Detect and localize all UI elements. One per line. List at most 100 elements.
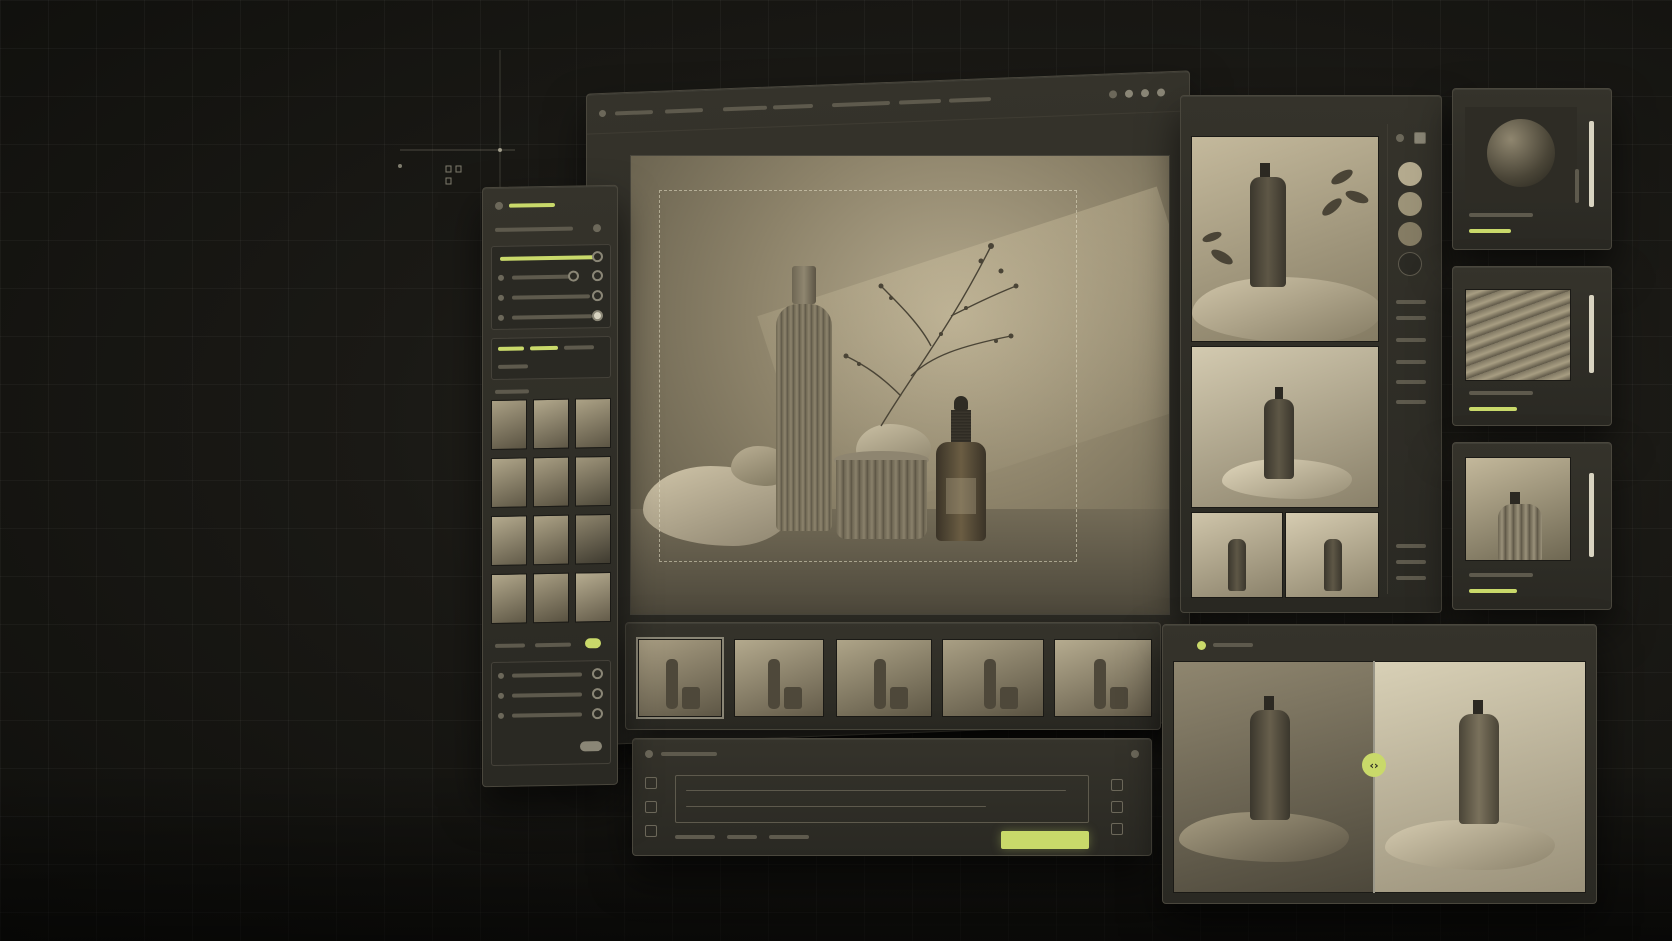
slider-knob[interactable] — [592, 708, 603, 720]
compare-handle[interactable]: ‹› — [1362, 753, 1386, 777]
slider-knob[interactable] — [568, 270, 579, 282]
option-row[interactable] — [1396, 338, 1426, 342]
menu-item[interactable] — [615, 110, 653, 116]
adjustment-slider[interactable] — [512, 692, 582, 698]
adjustment-slider[interactable] — [512, 672, 582, 678]
material-preview-sphere[interactable] — [1465, 107, 1577, 203]
gallery-thumbnail[interactable] — [575, 571, 611, 623]
crop-selection[interactable] — [659, 190, 1077, 562]
tool-icon[interactable] — [645, 801, 657, 813]
status-label — [675, 835, 715, 839]
arrows-left-right-icon: ‹› — [1369, 758, 1379, 772]
window-maximize-icon[interactable] — [1125, 89, 1133, 98]
slider-knob[interactable] — [592, 251, 603, 263]
color-swatch[interactable] — [1398, 252, 1422, 276]
menu-icon[interactable] — [599, 109, 606, 118]
adjustment-slider[interactable] — [512, 712, 582, 718]
menu-item[interactable] — [773, 103, 813, 110]
swatch-mode-icon[interactable] — [1414, 132, 1426, 144]
option-icon[interactable] — [1111, 779, 1123, 791]
color-swatch[interactable] — [1398, 192, 1422, 216]
gallery-thumbnail[interactable] — [491, 457, 527, 509]
preset-gallery — [491, 397, 611, 625]
variation-image-1[interactable] — [1191, 136, 1379, 342]
menu-item[interactable] — [899, 98, 941, 105]
slider-track[interactable] — [500, 255, 596, 261]
sliders-group — [491, 243, 611, 331]
prompt-input[interactable] — [675, 775, 1089, 823]
option-row[interactable] — [1396, 544, 1426, 548]
color-swatch[interactable] — [1398, 222, 1422, 246]
slider-track[interactable] — [512, 274, 570, 280]
slider-knob[interactable] — [592, 688, 603, 700]
slider-track[interactable] — [512, 314, 592, 320]
menu-item[interactable] — [832, 100, 890, 108]
menu-item[interactable] — [723, 105, 767, 112]
gallery-thumbnail[interactable] — [533, 398, 569, 450]
option-row[interactable] — [1396, 576, 1426, 580]
material-slider-track[interactable] — [1589, 295, 1594, 373]
variation-image-4[interactable] — [1285, 512, 1379, 598]
main-canvas[interactable] — [630, 155, 1170, 615]
gallery-thumbnail[interactable] — [491, 399, 527, 451]
menu-item[interactable] — [665, 108, 703, 114]
gallery-thumbnail[interactable] — [491, 573, 527, 625]
gallery-thumbnail[interactable] — [533, 456, 569, 508]
material-slider-track[interactable] — [1589, 121, 1594, 207]
adjustments-toggle[interactable] — [580, 741, 602, 752]
slider-track[interactable] — [512, 294, 590, 300]
tool-icon[interactable] — [645, 825, 657, 837]
preset-tab-active[interactable] — [498, 346, 524, 351]
material-value — [1469, 407, 1517, 411]
footer-item[interactable] — [495, 643, 525, 648]
variation-image-3[interactable] — [1191, 512, 1283, 598]
menu-item[interactable] — [949, 97, 991, 103]
option-row[interactable] — [1396, 400, 1426, 404]
gallery-thumbnail[interactable] — [533, 572, 569, 624]
toolbar-toggle-icon[interactable] — [593, 224, 601, 233]
option-row[interactable] — [1396, 300, 1426, 304]
status-label — [727, 835, 757, 839]
option-row[interactable] — [1396, 360, 1426, 364]
material-slider-track[interactable] — [1575, 169, 1579, 203]
gallery-thumbnail[interactable] — [575, 513, 611, 565]
filmstrip-panel — [625, 622, 1161, 730]
material-preview-sand[interactable] — [1465, 289, 1571, 381]
toolbar-item[interactable] — [495, 226, 573, 232]
gallery-thumbnail[interactable] — [575, 397, 611, 449]
option-icon[interactable] — [1111, 823, 1123, 835]
settings-icon[interactable] — [1131, 750, 1139, 758]
material-value — [1469, 589, 1517, 593]
window-minimize-icon[interactable] — [1109, 90, 1117, 99]
slider-knob[interactable] — [592, 668, 603, 680]
option-row[interactable] — [1396, 380, 1426, 384]
color-swatch[interactable] — [1398, 162, 1422, 186]
slider-knob[interactable] — [592, 270, 603, 282]
window-zoom-icon[interactable] — [1141, 88, 1149, 98]
option-row[interactable] — [1396, 560, 1426, 564]
swatch-tool-icon[interactable] — [1396, 134, 1404, 142]
gallery-thumbnail[interactable] — [575, 455, 611, 507]
gallery-thumbnail[interactable] — [491, 515, 527, 567]
footer-toggle[interactable] — [585, 638, 601, 649]
variation-image-2[interactable] — [1191, 346, 1379, 508]
slider-knob[interactable] — [592, 310, 603, 322]
compare-after-image[interactable] — [1374, 661, 1586, 893]
option-row[interactable] — [1396, 316, 1426, 320]
material-slider-track[interactable] — [1589, 473, 1594, 557]
compare-before-image[interactable] — [1173, 661, 1374, 893]
generate-button[interactable] — [1001, 831, 1089, 849]
compare-divider[interactable] — [1373, 661, 1375, 893]
option-icon[interactable] — [1111, 801, 1123, 813]
window-close-icon[interactable] — [1157, 88, 1165, 97]
gallery-thumbnail[interactable] — [533, 514, 569, 566]
footer-item[interactable] — [535, 642, 571, 648]
material-preview-product[interactable] — [1465, 457, 1571, 561]
panel-title — [509, 202, 555, 208]
preset-tab-active[interactable] — [530, 345, 558, 351]
slider-knob[interactable] — [592, 290, 603, 302]
material-panel-texture — [1452, 266, 1612, 426]
material-panel-product — [1452, 442, 1612, 610]
tool-icon[interactable] — [645, 777, 657, 789]
preset-tab[interactable] — [564, 345, 594, 350]
